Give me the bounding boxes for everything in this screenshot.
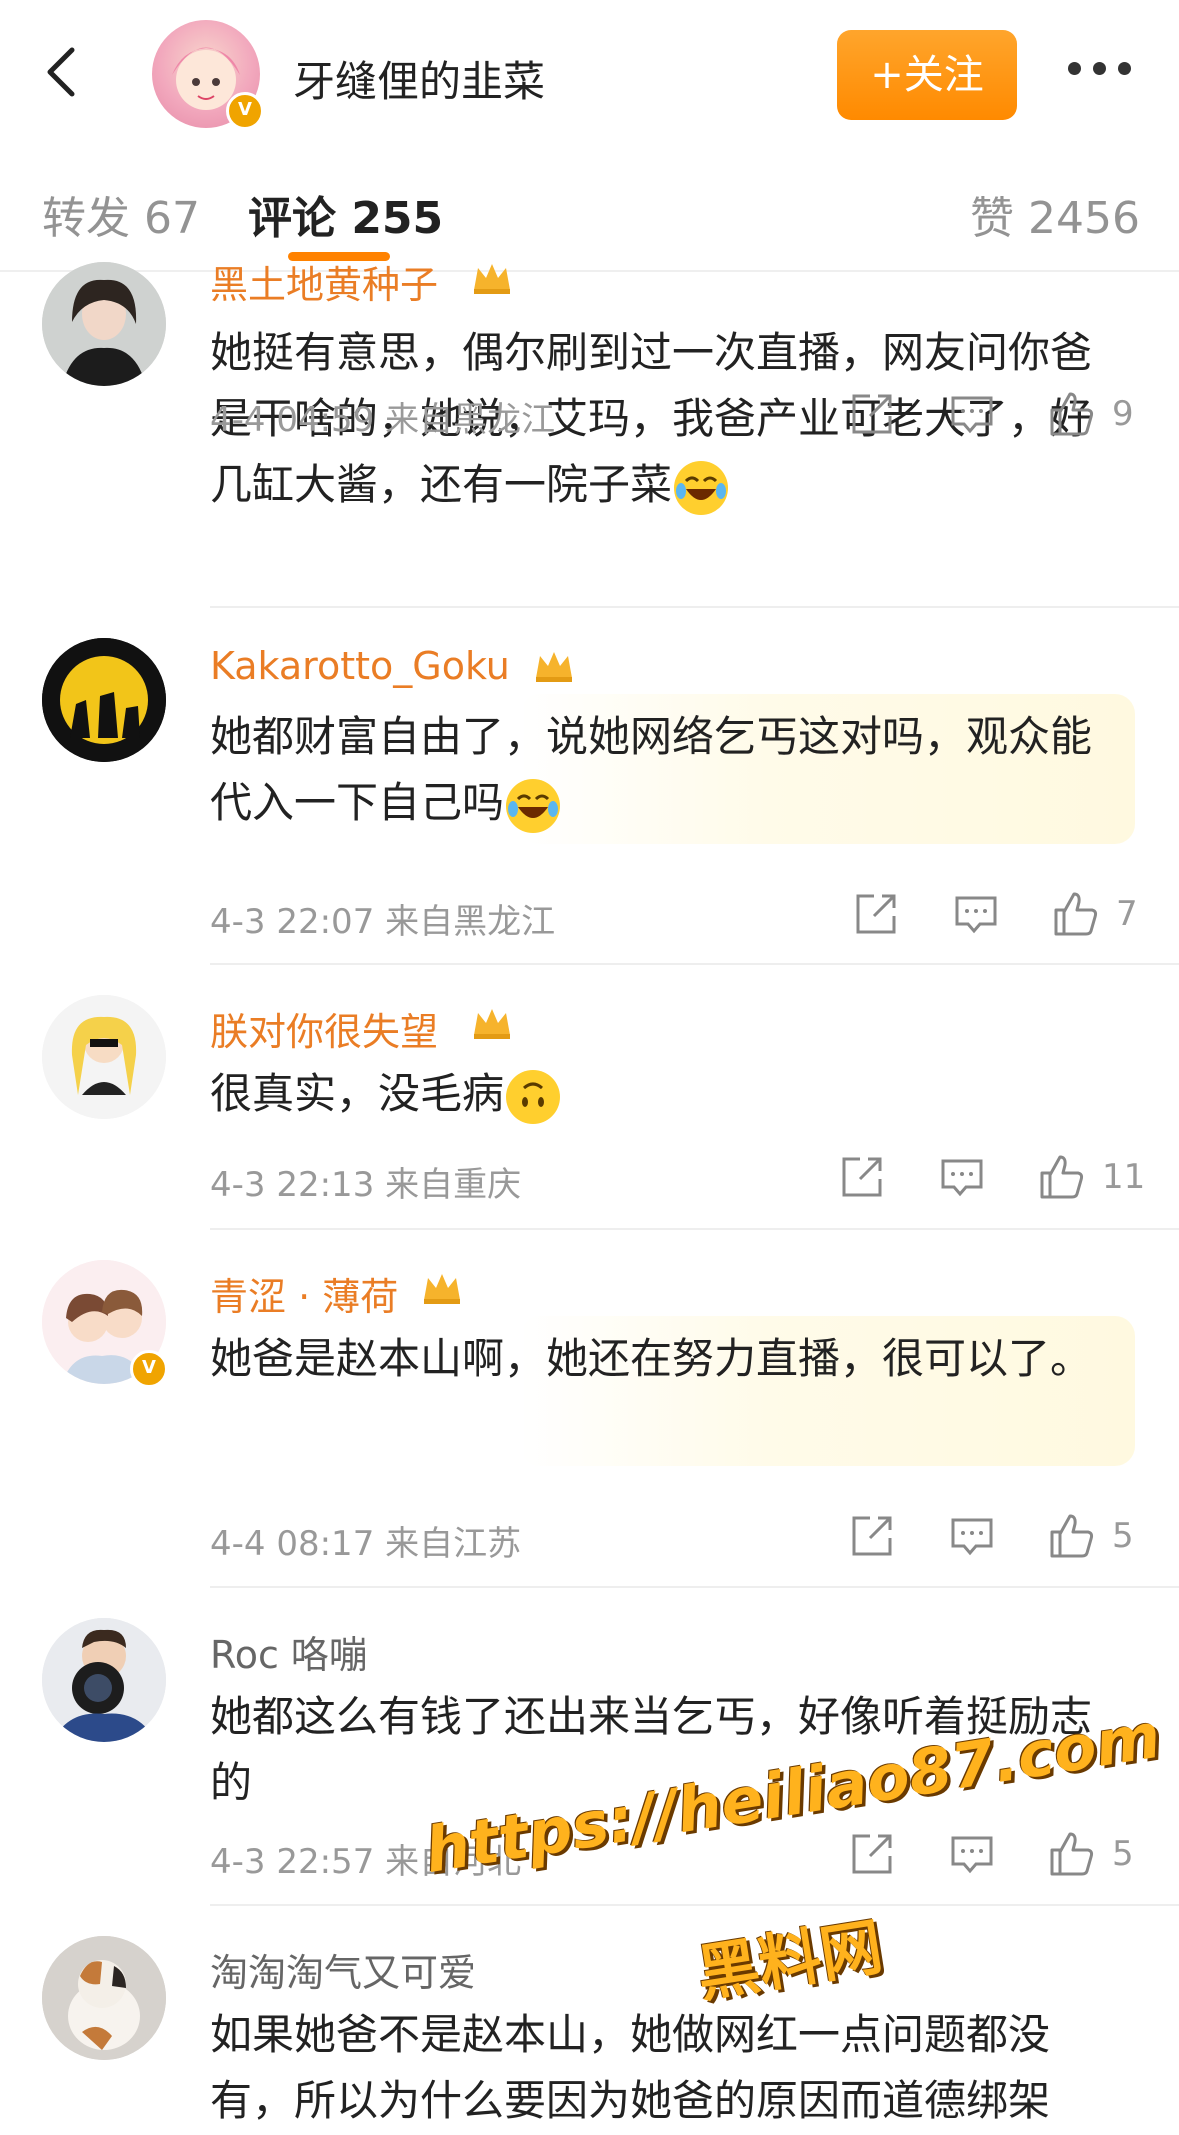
like-count: 9: [1112, 394, 1134, 434]
avatar[interactable]: [42, 262, 166, 386]
more-icon[interactable]: [1068, 58, 1138, 78]
like-icon[interactable]: [1052, 890, 1100, 938]
comment-actions: 7: [840, 890, 1140, 940]
like-icon[interactable]: [1048, 1830, 1096, 1878]
like-icon[interactable]: [1048, 1512, 1096, 1560]
username[interactable]: 朕对你很失望: [210, 1001, 438, 1056]
avatar[interactable]: [42, 638, 166, 762]
like-icon[interactable]: [1038, 1153, 1086, 1201]
reply-icon[interactable]: [952, 890, 1000, 938]
top-bar: V 牙缝俚的韭菜 +关注: [0, 0, 1179, 144]
comment-meta: 4-4 08:17 来自江苏: [210, 1524, 522, 1564]
emoji-upside-icon: [506, 1069, 561, 1124]
like-icon[interactable]: [1048, 390, 1096, 438]
emoji-laugh-icon: [506, 778, 561, 833]
tab-likes[interactable]: 赞 2456: [970, 182, 1140, 246]
share-icon[interactable]: [852, 890, 900, 938]
comment-item: 黑土地黄种子 她挺有意思，偶尔刷到过一次直播，网友问你爸是干啥的，她说，艾玛，我…: [0, 262, 1179, 608]
comment-item: 淘淘淘气又可爱 如果她爸不是赵本山，她做网红一点问题都没有，所以为什么要因为她爸…: [0, 1906, 1179, 2135]
share-icon[interactable]: [848, 1830, 896, 1878]
follow-button[interactable]: +关注: [837, 30, 1017, 120]
username[interactable]: 淘淘淘气又可爱: [210, 1942, 476, 1997]
comment-text: 很真实，没毛病: [210, 1061, 1130, 1127]
share-icon[interactable]: [848, 390, 896, 438]
tab-bar: 转发 67 评论 255 赞 2456: [0, 142, 1179, 272]
reply-icon[interactable]: [948, 1512, 996, 1560]
back-arrow-icon[interactable]: [34, 42, 94, 102]
verified-badge: V: [130, 1350, 168, 1388]
like-count: 5: [1112, 1516, 1134, 1556]
crown-icon: [474, 1009, 510, 1039]
crown-icon: [474, 264, 510, 294]
username[interactable]: 青涩 · 薄荷: [210, 1266, 398, 1321]
comment-actions: 5: [840, 1512, 1140, 1562]
comment-actions: 11: [838, 1153, 1145, 1203]
avatar[interactable]: [42, 995, 166, 1119]
comment-actions: 9: [840, 390, 1140, 440]
comment-text: 如果她爸不是赵本山，她做网红一点问题都没有，所以为什么要因为她爸的原因而道德绑架: [210, 2010, 1051, 2125]
avatar[interactable]: [42, 1936, 166, 2060]
comment-item: V 青涩 · 薄荷 她爸是赵本山啊，她还在努力直播，很可以了。 4-4 08:1…: [0, 1230, 1179, 1588]
verified-badge: V: [226, 92, 264, 130]
like-count: 5: [1112, 1834, 1134, 1874]
avatar[interactable]: [42, 1618, 166, 1742]
comment-meta: 4-3 22:13 来自重庆: [210, 1165, 522, 1205]
tab-comments[interactable]: 评论 255: [248, 182, 443, 246]
username[interactable]: Roc 咯嘣: [210, 1624, 367, 1679]
username[interactable]: Kakarotto_Goku: [210, 644, 510, 688]
share-icon[interactable]: [848, 1512, 896, 1560]
share-icon[interactable]: [838, 1153, 886, 1201]
comment-item: 朕对你很失望 很真实，没毛病 4-3 22:13 来自重庆 11: [0, 965, 1179, 1230]
page-title: 牙缝俚的韭菜: [293, 57, 546, 106]
comment-item: Kakarotto_Goku 她都财富自由了，说她网络乞丐这对吗，观众能代入一下…: [0, 608, 1179, 965]
reply-icon[interactable]: [948, 1830, 996, 1878]
comment-meta: 4-3 22:07 来自黑龙江: [210, 902, 556, 942]
comment-text: 她爸是赵本山啊，她还在努力直播，很可以了。: [210, 1334, 1093, 1383]
username[interactable]: 黑土地黄种子: [210, 254, 438, 309]
comment-text: 她都财富自由了，说她网络乞丐这对吗，观众能代入一下自己吗: [210, 704, 1130, 836]
crown-icon: [424, 1274, 460, 1304]
like-count: 11: [1102, 1157, 1146, 1197]
comment-actions: 5: [840, 1830, 1140, 1880]
comment-meta: 4-4 04:59 来自黑龙江: [210, 400, 556, 440]
reply-icon[interactable]: [938, 1153, 986, 1201]
emoji-laugh-icon: [674, 460, 729, 515]
crown-icon: [536, 652, 572, 682]
like-count: 7: [1116, 894, 1138, 934]
reply-icon[interactable]: [948, 390, 996, 438]
tab-repost[interactable]: 转发 67: [42, 182, 200, 246]
